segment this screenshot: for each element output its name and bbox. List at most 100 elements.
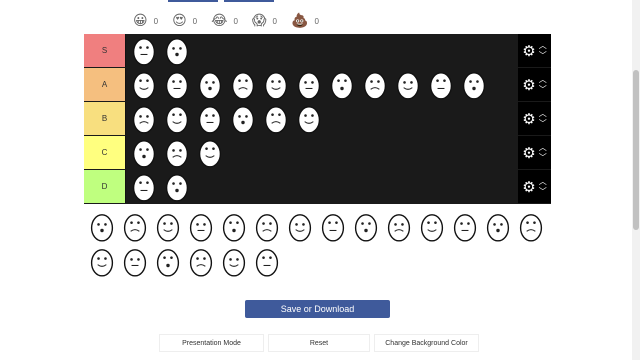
- screaming-icon: 😱: [251, 13, 267, 29]
- suit-egg-icon[interactable]: [194, 137, 226, 169]
- green-egg-icon[interactable]: [185, 246, 217, 278]
- reaction-poop[interactable]: 💩 0: [291, 12, 319, 30]
- cap-egg-icon[interactable]: [128, 137, 160, 169]
- fang-egg-icon[interactable]: [161, 137, 193, 169]
- reaction-heart-eyes[interactable]: 😍 0: [172, 12, 197, 30]
- chevron-up-icon[interactable]: ︿: [539, 177, 547, 187]
- top-tab-1[interactable]: [168, 0, 218, 2]
- reaction-count: 0: [192, 16, 198, 26]
- monocle-egg-icon[interactable]: [161, 103, 193, 135]
- helmet-egg-icon[interactable]: [161, 69, 193, 101]
- sunglasses-egg-icon[interactable]: [128, 69, 160, 101]
- chevron-down-icon[interactable]: ﹀: [539, 85, 547, 95]
- tier-items: [126, 102, 518, 135]
- frown-egg-icon[interactable]: [350, 211, 382, 243]
- tier-label[interactable]: A: [84, 68, 126, 101]
- tier-controls: ⚙ ︿ ﹀: [518, 34, 551, 67]
- tier-label[interactable]: S: [84, 34, 126, 67]
- sleepy-egg-icon[interactable]: [383, 211, 415, 243]
- rosy-egg-icon[interactable]: [251, 211, 283, 243]
- tier-row-s: S ⚙ ︿ ﹀: [84, 34, 551, 67]
- surprised-egg-icon[interactable]: [227, 69, 259, 101]
- chevron-up-icon[interactable]: ︿: [539, 75, 547, 85]
- reaction-count: 0: [272, 16, 277, 26]
- poop-icon: 💩: [291, 13, 309, 29]
- reaction-screaming[interactable]: 😱 0: [252, 12, 277, 30]
- chevron-up-icon[interactable]: ︿: [539, 109, 547, 119]
- tier-label[interactable]: B: [84, 102, 126, 135]
- reset-button[interactable]: Reset: [268, 334, 370, 352]
- angry-egg-icon[interactable]: [260, 69, 292, 101]
- scrollbar[interactable]: [632, 0, 640, 360]
- hairy-egg-icon[interactable]: [128, 171, 160, 203]
- chevron-down-icon[interactable]: ﹀: [539, 119, 547, 129]
- side-egg-icon[interactable]: [185, 211, 217, 243]
- skull-egg-icon[interactable]: [161, 171, 193, 203]
- tier-row-b: B ⚙ ︿ ﹀: [84, 102, 551, 135]
- top-tab-2[interactable]: [224, 0, 274, 2]
- bucket-hat-egg-icon[interactable]: [128, 35, 160, 67]
- gear-icon[interactable]: ⚙: [522, 178, 535, 196]
- punk-egg-icon[interactable]: [482, 211, 514, 243]
- crown-egg-icon[interactable]: [194, 69, 226, 101]
- reaction-count: 0: [314, 16, 319, 26]
- tier-row-a: A ⚙ ︿ ﹀: [84, 68, 551, 101]
- shocked-egg-icon[interactable]: [152, 211, 184, 243]
- gear-icon[interactable]: ⚙: [522, 42, 535, 60]
- tier-controls: ⚙ ︿ ﹀: [518, 136, 551, 169]
- mask-egg-icon[interactable]: [425, 69, 457, 101]
- chevron-up-icon[interactable]: ︿: [539, 143, 547, 153]
- smile-icon: 😀: [133, 13, 148, 29]
- chevron-up-icon[interactable]: ︿: [539, 41, 547, 51]
- change-background-color-button[interactable]: Change Background Color: [374, 334, 479, 352]
- moustache-egg-2-icon[interactable]: [86, 211, 118, 243]
- gear-icon[interactable]: ⚙: [522, 110, 535, 128]
- reaction-bar: 😀 0 😍 0 😂 0 😱 0 💩 0: [133, 12, 319, 30]
- stitch-egg-icon[interactable]: [86, 246, 118, 278]
- shades-egg-icon[interactable]: [194, 103, 226, 135]
- pale-egg-icon[interactable]: [251, 246, 283, 278]
- moustache-egg-icon[interactable]: [458, 69, 490, 101]
- gear-icon[interactable]: ⚙: [522, 144, 535, 162]
- squint-egg-icon[interactable]: [152, 246, 184, 278]
- cross-egg-icon[interactable]: [119, 211, 151, 243]
- reaction-laughing[interactable]: 😂 0: [211, 12, 238, 30]
- blush-egg-icon[interactable]: [416, 211, 448, 243]
- tier-items: [126, 170, 518, 203]
- target-egg-icon[interactable]: [449, 211, 481, 243]
- tier-label[interactable]: D: [84, 170, 126, 203]
- neutral-egg-icon[interactable]: [359, 69, 391, 101]
- smirk-egg-icon[interactable]: [515, 211, 547, 243]
- tier-controls: ⚙ ︿ ﹀: [518, 170, 551, 203]
- reaction-count: 0: [153, 16, 159, 26]
- save-or-download-button[interactable]: Save or Download: [245, 300, 390, 318]
- bored-egg-icon[interactable]: [218, 246, 250, 278]
- chevron-down-icon[interactable]: ﹀: [539, 51, 547, 61]
- bird-egg-icon[interactable]: [218, 211, 250, 243]
- tier-label[interactable]: C: [84, 136, 126, 169]
- chevron-down-icon[interactable]: ﹀: [539, 187, 547, 197]
- glasses-egg-icon[interactable]: [119, 246, 151, 278]
- flower-egg-icon[interactable]: [317, 211, 349, 243]
- tongue-egg-icon[interactable]: [227, 103, 259, 135]
- tier-row-d: D ⚙ ︿ ﹀: [84, 170, 551, 203]
- tier-items: [126, 68, 518, 101]
- heart-eyes-icon: 😍: [172, 13, 187, 29]
- grumpy-egg-icon[interactable]: [260, 103, 292, 135]
- blank-egg-icon[interactable]: [293, 103, 325, 135]
- tier-items: [126, 34, 518, 67]
- reaction-count: 0: [233, 16, 238, 26]
- tier-controls: ⚙ ︿ ﹀: [518, 102, 551, 135]
- plain-egg-icon[interactable]: [293, 69, 325, 101]
- bandit-egg-icon[interactable]: [326, 69, 358, 101]
- chevron-down-icon[interactable]: ﹀: [539, 153, 547, 163]
- scrollbar-thumb[interactable]: [633, 70, 639, 230]
- gear-icon[interactable]: ⚙: [522, 76, 535, 94]
- cheeky-egg-icon[interactable]: [392, 69, 424, 101]
- happy-egg-icon[interactable]: [128, 103, 160, 135]
- plain-brown-egg-icon[interactable]: [161, 35, 193, 67]
- reaction-smile[interactable]: 😀 0: [133, 12, 158, 30]
- shy-egg-icon[interactable]: [284, 211, 316, 243]
- unranked-pool: [86, 211, 556, 278]
- presentation-mode-button[interactable]: Presentation Mode: [159, 334, 264, 352]
